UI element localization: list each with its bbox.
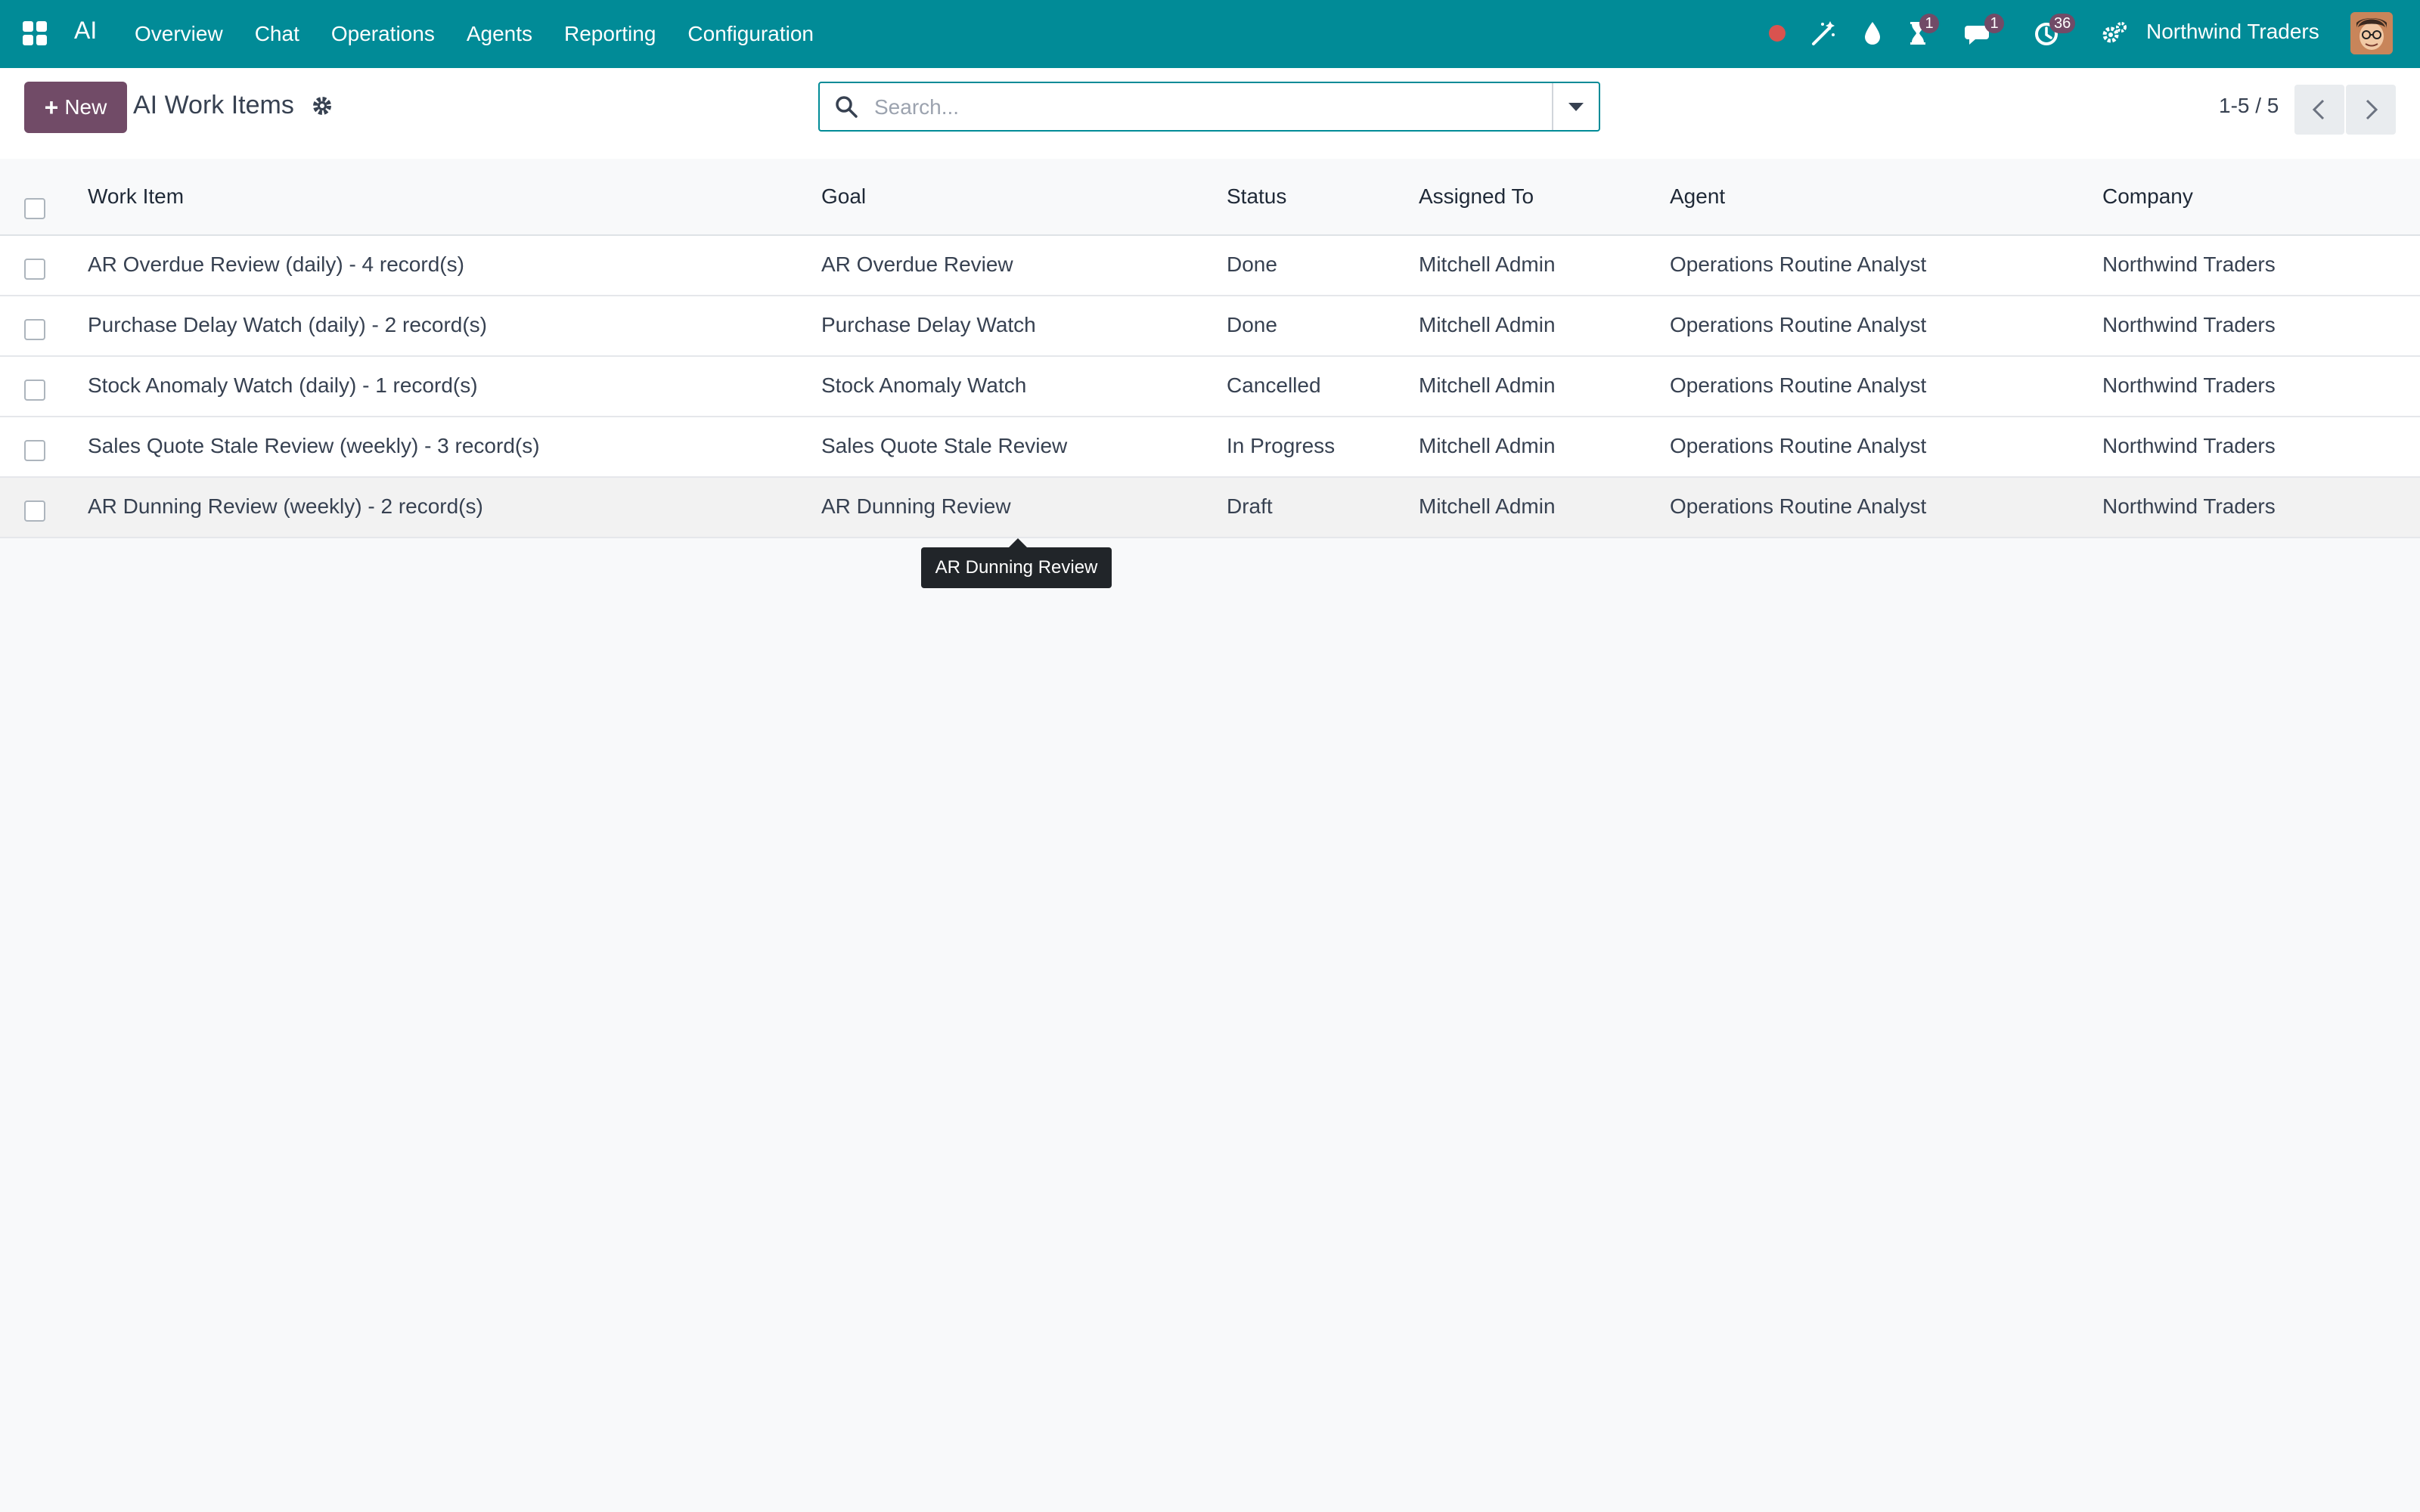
table-row[interactable]: AR Overdue Review (daily) - 4 record(s) … xyxy=(0,236,2420,296)
chevron-right-icon xyxy=(2366,99,2378,120)
activity-badge: 1 xyxy=(1919,14,1939,33)
status-cell: Cancelled xyxy=(1227,373,1321,397)
menu-agents[interactable]: Agents xyxy=(467,22,532,46)
company-cell: Northwind Traders xyxy=(2102,253,2276,276)
record-dot-icon[interactable] xyxy=(1767,23,1788,44)
table-row[interactable]: Stock Anomaly Watch (daily) - 1 record(s… xyxy=(0,357,2420,417)
row-checkbox[interactable] xyxy=(24,319,45,340)
assigned-to-cell: Mitchell Admin xyxy=(1419,373,1556,397)
work-item-cell: Sales Quote Stale Review (weekly) - 3 re… xyxy=(88,434,540,457)
magic-wand-icon[interactable] xyxy=(1809,20,1836,47)
apps-grid-icon[interactable] xyxy=(21,20,48,47)
user-avatar[interactable] xyxy=(2350,12,2393,54)
control-panel: + New AI Work Items 1-5 / 5 xyxy=(0,68,2420,160)
app-brand[interactable]: AI xyxy=(74,17,97,45)
status-cell: Draft xyxy=(1227,494,1273,518)
column-header-goal[interactable]: Goal xyxy=(821,184,866,209)
avatar-face-icon xyxy=(2350,12,2393,54)
search-options-toggle[interactable] xyxy=(1552,83,1599,130)
goal-cell: AR Dunning Review xyxy=(821,494,1011,518)
plus-icon: + xyxy=(44,93,59,121)
table-row[interactable]: Sales Quote Stale Review (weekly) - 3 re… xyxy=(0,417,2420,478)
status-cell: Done xyxy=(1227,253,1277,276)
pager-previous-button[interactable] xyxy=(2294,85,2344,135)
agent-cell: Operations Routine Analyst xyxy=(1670,494,1927,518)
table-row[interactable]: Purchase Delay Watch (daily) - 2 record(… xyxy=(0,296,2420,357)
agent-cell: Operations Routine Analyst xyxy=(1670,313,1927,336)
company-cell: Northwind Traders xyxy=(2102,373,2276,397)
goal-cell: Sales Quote Stale Review xyxy=(821,434,1068,457)
drop-icon[interactable] xyxy=(1859,20,1886,47)
row-checkbox[interactable] xyxy=(24,380,45,401)
agent-cell: Operations Routine Analyst xyxy=(1670,373,1927,397)
menu-overview[interactable]: Overview xyxy=(135,22,223,46)
assigned-to-cell: Mitchell Admin xyxy=(1419,434,1556,457)
select-all-checkbox[interactable] xyxy=(24,198,45,219)
agent-cell: Operations Routine Analyst xyxy=(1670,253,1927,276)
main-menu: Overview Chat Operations Agents Reportin… xyxy=(135,0,845,68)
company-cell: Northwind Traders xyxy=(2102,434,2276,457)
gear-icon[interactable] xyxy=(310,94,334,118)
new-button-label: New xyxy=(64,95,107,119)
row-checkbox[interactable] xyxy=(24,440,45,461)
assigned-to-cell: Mitchell Admin xyxy=(1419,253,1556,276)
status-cell: In Progress xyxy=(1227,434,1336,457)
company-cell: Northwind Traders xyxy=(2102,494,2276,518)
menu-operations[interactable]: Operations xyxy=(331,22,435,46)
new-button[interactable]: + New xyxy=(24,82,127,133)
row-checkbox[interactable] xyxy=(24,259,45,280)
column-header-company[interactable]: Company xyxy=(2102,184,2193,209)
company-cell: Northwind Traders xyxy=(2102,313,2276,336)
goal-cell: Purchase Delay Watch xyxy=(821,313,1036,336)
work-item-cell: Purchase Delay Watch (daily) - 2 record(… xyxy=(88,313,488,336)
status-cell: Done xyxy=(1227,313,1277,336)
menu-reporting[interactable]: Reporting xyxy=(564,22,656,46)
table-header: Work Item Goal Status Assigned To Agent … xyxy=(0,159,2420,236)
column-header-assigned-to[interactable]: Assigned To xyxy=(1419,184,1534,209)
goal-cell: AR Overdue Review xyxy=(821,253,1013,276)
column-header-work-item[interactable]: Work Item xyxy=(88,184,184,209)
agent-cell: Operations Routine Analyst xyxy=(1670,434,1927,457)
work-item-cell: Stock Anomaly Watch (daily) - 1 record(s… xyxy=(88,373,478,397)
assigned-to-cell: Mitchell Admin xyxy=(1419,313,1556,336)
menu-configuration[interactable]: Configuration xyxy=(687,22,814,46)
company-switcher[interactable]: Northwind Traders xyxy=(2146,20,2319,44)
work-item-cell: AR Overdue Review (daily) - 4 record(s) xyxy=(88,253,464,276)
pager-value[interactable]: 1-5 / 5 xyxy=(2219,94,2279,118)
clock-badge: 36 xyxy=(2049,14,2076,33)
column-header-status[interactable]: Status xyxy=(1227,184,1286,209)
page-title: AI Work Items xyxy=(133,91,294,119)
search-bar xyxy=(818,82,1600,132)
pager-next-button[interactable] xyxy=(2346,85,2396,135)
goal-tooltip: AR Dunning Review xyxy=(921,538,1112,588)
top-navbar: AI Overview Chat Operations Agents Repor… xyxy=(0,0,2420,68)
chevron-left-icon xyxy=(2312,99,2325,120)
table-row[interactable]: AR Dunning Review (weekly) - 2 record(s)… xyxy=(0,478,2420,538)
messages-badge: 1 xyxy=(1984,14,2004,33)
settings-gears-icon[interactable] xyxy=(2101,20,2128,47)
work-item-cell: AR Dunning Review (weekly) - 2 record(s) xyxy=(88,494,483,518)
column-header-agent[interactable]: Agent xyxy=(1670,184,1725,209)
assigned-to-cell: Mitchell Admin xyxy=(1419,494,1556,518)
search-icon xyxy=(836,96,858,118)
work-items-table: Work Item Goal Status Assigned To Agent … xyxy=(0,159,2420,538)
menu-chat[interactable]: Chat xyxy=(255,22,299,46)
search-input[interactable] xyxy=(873,89,1571,125)
goal-cell: Stock Anomaly Watch xyxy=(821,373,1027,397)
row-checkbox[interactable] xyxy=(24,500,45,522)
